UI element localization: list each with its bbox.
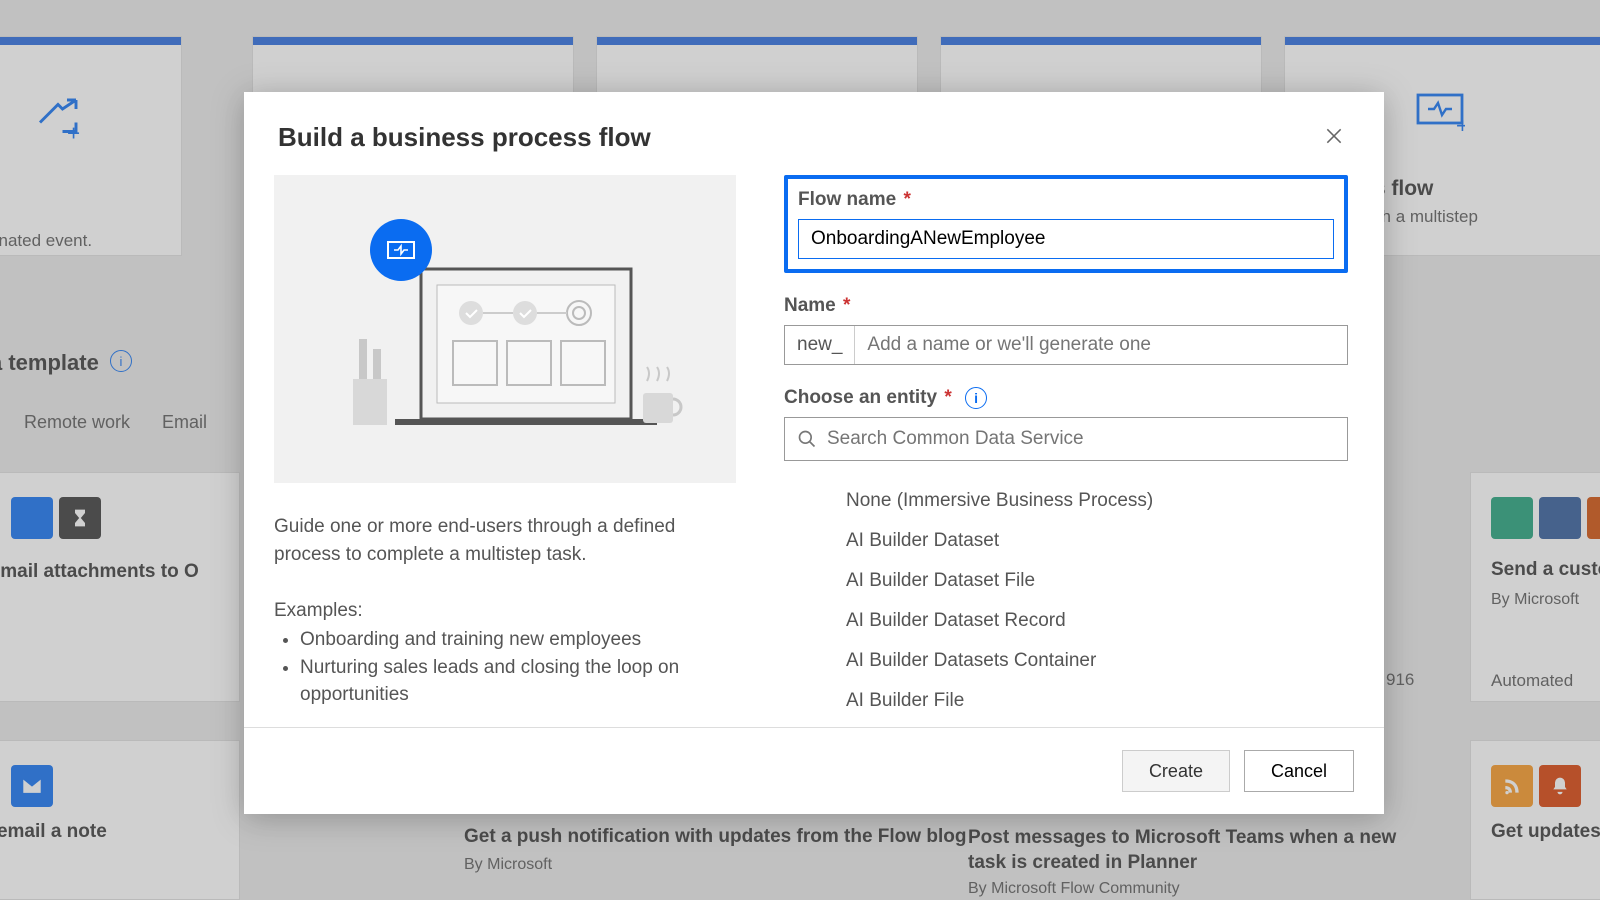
examples-list: Onboarding and training new employees Nu… [274, 626, 736, 709]
flow-name-group: Flow name * [784, 175, 1348, 273]
bpf-badge-icon [370, 219, 432, 281]
dialog-title: Build a business process flow [278, 122, 651, 153]
entity-item[interactable]: AI Builder Datasets Container [784, 641, 1348, 681]
example-item: Onboarding and training new employees [300, 626, 736, 654]
close-button[interactable] [1318, 116, 1350, 159]
flow-name-label: Flow name * [798, 189, 1334, 211]
cancel-button[interactable]: Cancel [1244, 750, 1354, 792]
entity-search-input[interactable] [817, 428, 1335, 450]
name-input[interactable] [855, 326, 1347, 364]
name-row: new_ [784, 325, 1348, 365]
entity-search[interactable] [784, 417, 1348, 461]
examples-heading: Examples: [274, 600, 736, 622]
search-icon [797, 429, 817, 449]
entity-item[interactable]: AI Builder File [784, 681, 1348, 721]
entity-label: Choose an entity * i [784, 387, 1348, 409]
bpf-dialog: Build a business process flow [244, 92, 1384, 814]
entity-list: None (Immersive Business Process) AI Bui… [784, 481, 1348, 727]
entity-item[interactable]: AI Builder Dataset File [784, 561, 1348, 601]
close-icon [1324, 126, 1344, 146]
entity-item[interactable]: None (Immersive Business Process) [784, 481, 1348, 521]
illustration [274, 175, 736, 483]
example-item: Nurturing sales leads and closing the lo… [300, 654, 736, 709]
entity-item[interactable]: AI Builder Dataset Record [784, 601, 1348, 641]
name-label: Name * [784, 295, 1348, 317]
info-icon[interactable]: i [965, 387, 987, 409]
dialog-lead: Guide one or more end-users through a de… [274, 513, 736, 568]
entity-item[interactable]: AI Builder Dataset [784, 521, 1348, 561]
create-button[interactable]: Create [1122, 750, 1230, 792]
entity-item[interactable]: AI Builder File Attached Data [784, 721, 1348, 727]
flow-name-input[interactable] [798, 219, 1334, 259]
name-prefix: new_ [785, 326, 855, 364]
